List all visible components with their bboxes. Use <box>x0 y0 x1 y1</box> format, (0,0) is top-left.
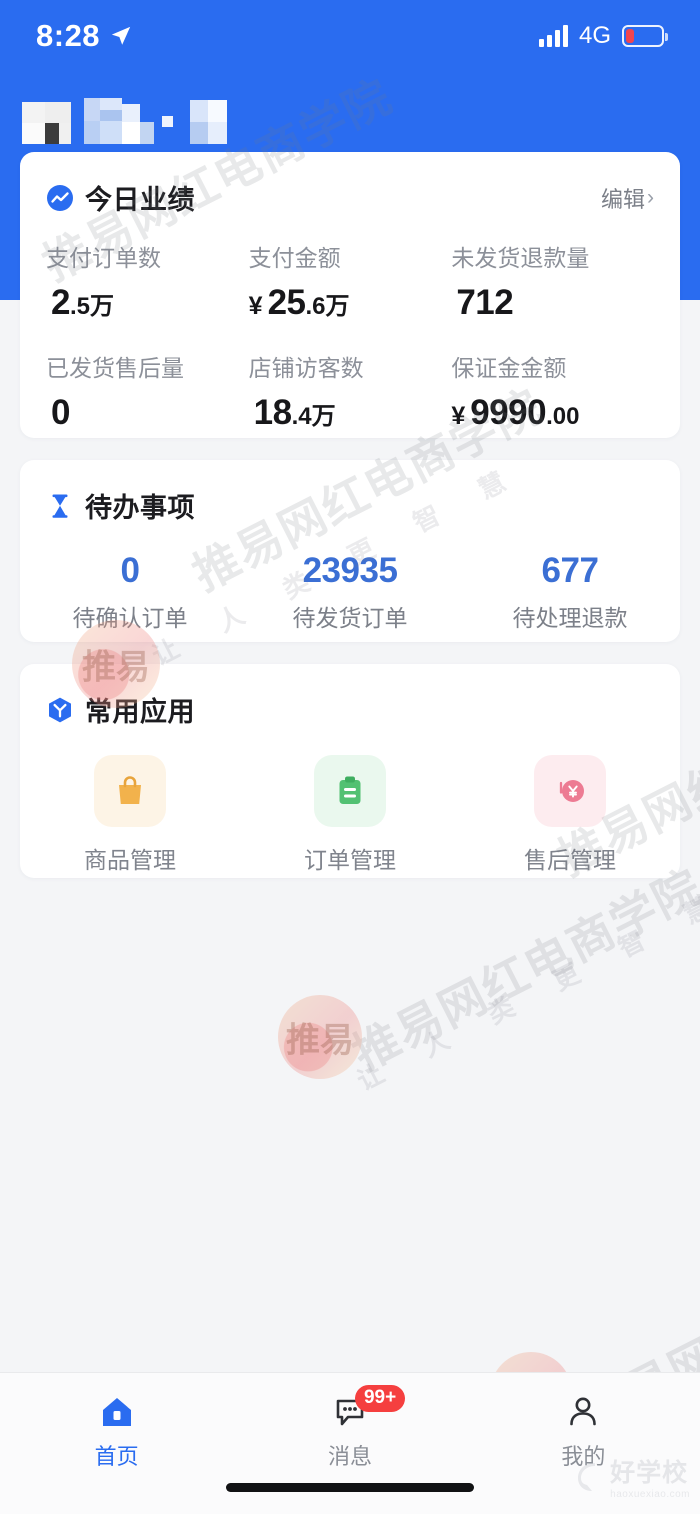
todo-item[interactable]: 677 待处理退款 <box>460 551 680 633</box>
corner-brand-watermark: 好学校 haoxuexiao.com <box>575 1453 690 1500</box>
apps-grid: 商品管理 订单管理 售后管理 <box>20 729 680 875</box>
corner-brand-text: 好学校 <box>610 1459 689 1487</box>
metric-main: 25 <box>267 283 306 322</box>
page-title: 今日业绩 <box>85 185 195 215</box>
todo-label: 待确认订单 <box>72 605 188 632</box>
watermark-text: 推易网红电商学院 <box>344 859 700 1081</box>
metric-cell[interactable]: 店铺访客数 18 .4万 <box>249 349 452 433</box>
tab-label: 首页 <box>94 1444 139 1469</box>
apps-title: 常用应用 <box>85 697 195 727</box>
status-time: 8:28 <box>36 18 101 53</box>
todo-value: 677 <box>541 551 599 590</box>
todo-label: 待处理退款 <box>512 605 628 632</box>
status-bar: 8:28 4G <box>0 0 700 72</box>
location-arrow-icon <box>111 26 131 45</box>
person-icon <box>562 1391 604 1433</box>
metric-cell[interactable]: 保证金金额 ¥ 9990 .00 <box>451 349 654 433</box>
metric-label: 支付金额 <box>248 245 341 271</box>
metric-label: 已发货售后量 <box>46 355 184 381</box>
home-indicator[interactable] <box>226 1483 474 1492</box>
clipboard-icon <box>339 776 361 804</box>
edit-label: 编辑 <box>600 186 645 212</box>
app-screen: 8:28 4G 推易网红电商学院 推易网红电商学院 让 人 <box>0 0 700 1514</box>
metric-cell[interactable]: 未发货退款量 712 <box>451 239 654 323</box>
metric-value: 18 .4万 <box>249 393 452 433</box>
metric-value: ¥ 25 .6万 <box>249 283 452 323</box>
metric-cell[interactable]: 已发货售后量 0 <box>46 349 249 433</box>
chevron-right-icon: › <box>647 186 654 209</box>
app-label: 商品管理 <box>84 847 176 873</box>
metric-value: 712 <box>451 283 654 323</box>
cube-badge-icon <box>49 697 71 722</box>
metric-cell[interactable]: 支付金额 ¥ 25 .6万 <box>249 239 452 323</box>
tab-messages[interactable]: 99+ 消息 <box>233 1385 466 1471</box>
metric-main: 9990 <box>470 393 547 432</box>
metric-label: 未发货退款量 <box>451 245 590 271</box>
app-tile <box>534 755 606 827</box>
metric-sub: .4万 <box>291 403 336 430</box>
edit-button[interactable]: 编辑 › <box>601 182 654 214</box>
message-badge: 99+ <box>354 1385 406 1412</box>
common-apps-card: 常用应用 商品管理 订单管理 售后管理 <box>20 664 680 878</box>
todo-value: 23935 <box>302 551 398 590</box>
app-item-product-management[interactable]: 商品管理 <box>20 755 240 875</box>
metric-main: 0 <box>51 393 70 432</box>
todo-stats-grid: 0 待确认订单 23935 待发货订单 677 待处理退款 <box>20 525 680 633</box>
metric-cell[interactable]: 支付订单数 2 .5万 <box>46 239 249 323</box>
metric-sub: .5万 <box>69 293 114 320</box>
metric-sub: .6万 <box>305 293 350 320</box>
todo-value: 0 <box>120 551 140 590</box>
tab-label: 消息 <box>327 1444 372 1469</box>
metric-value: ¥ 9990 .00 <box>451 393 654 433</box>
metric-label: 保证金金额 <box>451 355 567 381</box>
todo-label: 待发货订单 <box>292 605 408 632</box>
corner-brand-icon <box>578 1462 596 1491</box>
watermark-logo-text: 推易 <box>286 1021 354 1060</box>
todo-item[interactable]: 23935 待发货订单 <box>240 551 460 633</box>
trend-chart-icon <box>47 184 73 211</box>
todo-item[interactable]: 0 待确认订单 <box>20 551 240 633</box>
tab-home[interactable]: 首页 <box>0 1391 233 1471</box>
status-bar-left: 8:28 <box>36 18 132 54</box>
message-icon: 99+ <box>329 1385 406 1433</box>
metric-main: 712 <box>456 283 514 322</box>
metric-label: 店铺访客数 <box>248 355 364 381</box>
performance-title-group: 今日业绩 <box>46 178 195 217</box>
todo-title: 待办事项 <box>85 493 195 523</box>
app-tile <box>94 755 166 827</box>
app-label: 售后管理 <box>524 847 616 873</box>
apps-title-group: 常用应用 <box>46 690 195 729</box>
today-performance-card: 今日业绩 编辑 › 支付订单数 2 .5万 支付金额 ¥ 25 .6万 未发货退… <box>20 152 680 438</box>
watermark-logo: 推易 <box>278 995 362 1079</box>
network-label: 4G <box>578 22 611 49</box>
status-bar-right: 4G <box>538 22 668 50</box>
shopping-bag-icon <box>119 776 141 804</box>
performance-card-header: 今日业绩 编辑 › <box>20 152 680 217</box>
store-name-redacted <box>22 98 237 144</box>
metric-sub: .00 <box>546 403 580 430</box>
todo-card: 待办事项 0 待确认订单 23935 待发货订单 677 待处理退款 <box>20 460 680 642</box>
app-tile <box>314 755 386 827</box>
apps-card-header: 常用应用 <box>20 664 680 729</box>
metric-main: 2 <box>51 283 70 322</box>
hourglass-icon <box>52 494 68 518</box>
metric-label: 支付订单数 <box>46 245 161 271</box>
metric-main: 18 <box>253 393 292 432</box>
corner-brand-subtext: haoxuexiao.com <box>610 1489 690 1500</box>
currency-symbol: ¥ <box>451 402 466 430</box>
signal-bars-icon <box>538 25 568 47</box>
todo-card-header: 待办事项 <box>20 460 680 525</box>
currency-symbol: ¥ <box>248 292 263 320</box>
app-item-aftersale-management[interactable]: 售后管理 <box>460 755 680 875</box>
watermark-subtext: 让 人 类 更 智 慧 <box>352 882 700 1097</box>
battery-low-icon <box>622 25 668 47</box>
metric-value: 2 .5万 <box>46 283 249 323</box>
home-icon <box>96 1391 138 1433</box>
metric-value: 0 <box>46 393 249 433</box>
refund-yuan-icon <box>559 780 584 802</box>
performance-metrics-grid: 支付订单数 2 .5万 支付金额 ¥ 25 .6万 未发货退款量 712 已发货… <box>20 217 680 433</box>
app-label: 订单管理 <box>304 847 396 873</box>
app-item-order-management[interactable]: 订单管理 <box>240 755 460 875</box>
todo-title-group: 待办事项 <box>46 486 195 525</box>
